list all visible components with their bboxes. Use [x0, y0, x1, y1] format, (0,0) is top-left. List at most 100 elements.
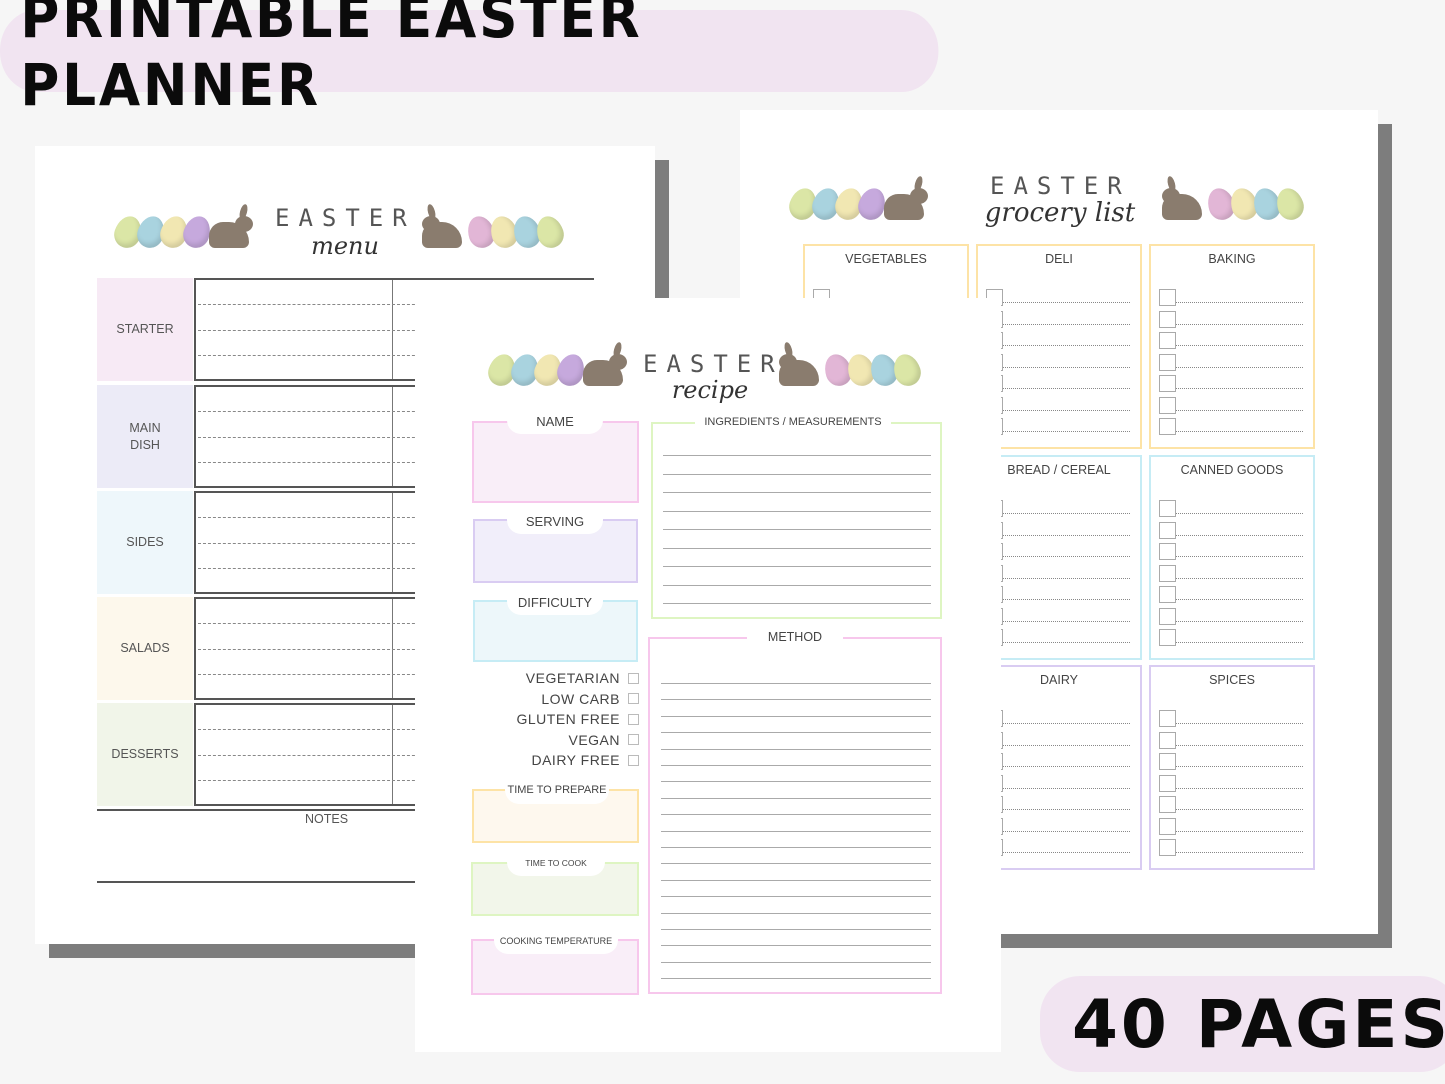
grocery-item-line[interactable] — [1159, 308, 1303, 328]
item-checkbox[interactable] — [1159, 839, 1176, 856]
recipe-page: EASTER recipe NAME SERVING DIFFICULTY VE… — [415, 298, 1001, 1052]
write-line — [1003, 830, 1130, 832]
item-checkbox[interactable] — [1159, 564, 1176, 582]
diet-option[interactable]: VEGAN — [568, 732, 639, 748]
item-checkbox[interactable] — [1159, 710, 1176, 727]
pages-count-text: 40 PAGES — [1072, 985, 1445, 1063]
item-checkbox[interactable] — [1159, 396, 1176, 414]
grocery-item-line[interactable] — [1159, 815, 1303, 835]
grocery-item-line[interactable] — [986, 626, 1130, 646]
write-line — [663, 529, 931, 530]
grocery-item-line[interactable] — [986, 562, 1130, 582]
item-checkbox[interactable] — [1159, 731, 1176, 749]
grocery-item-line[interactable] — [1159, 605, 1303, 625]
diet-checkbox[interactable] — [628, 734, 639, 745]
method-field[interactable] — [648, 637, 942, 994]
grocery-item-line[interactable] — [986, 750, 1130, 770]
eggs-right-decoration — [420, 203, 568, 252]
write-line — [661, 847, 931, 848]
grocery-item-line[interactable] — [986, 394, 1130, 414]
grocery-item-line[interactable] — [986, 605, 1130, 625]
grocery-item-line[interactable] — [1159, 793, 1303, 813]
diet-option[interactable]: VEGETARIAN — [526, 670, 639, 686]
grocery-item-line[interactable] — [986, 836, 1130, 856]
item-checkbox[interactable] — [1159, 586, 1176, 603]
item-checkbox[interactable] — [1159, 500, 1176, 517]
grocery-item-line[interactable] — [986, 815, 1130, 835]
item-checkbox[interactable] — [1159, 607, 1176, 625]
diet-option[interactable]: DAIRY FREE — [531, 752, 639, 768]
recipe-subtitle: recipe — [671, 376, 749, 404]
grocery-item-line[interactable] — [1159, 707, 1303, 727]
grocery-item-line[interactable] — [986, 351, 1130, 371]
write-line — [661, 683, 931, 684]
grocery-item-line[interactable] — [986, 286, 1130, 306]
grocery-item-line[interactable] — [986, 793, 1130, 813]
write-line — [1003, 431, 1130, 432]
grocery-item-line[interactable] — [986, 519, 1130, 539]
grocery-item-line[interactable] — [1159, 583, 1303, 603]
grocery-item-line[interactable] — [1159, 836, 1303, 856]
diet-checkbox[interactable] — [628, 672, 639, 684]
diet-option[interactable]: LOW CARB — [541, 691, 639, 707]
item-checkbox[interactable] — [1159, 521, 1176, 539]
item-checkbox[interactable] — [1159, 817, 1176, 835]
ingredients-field[interactable] — [651, 422, 942, 619]
grocery-item-line[interactable] — [986, 583, 1130, 603]
grocery-section-title: CANNED GOODS — [1180, 463, 1284, 477]
item-checkbox[interactable] — [1159, 289, 1176, 306]
grocery-item-line[interactable] — [986, 329, 1130, 349]
method-label: METHOD — [747, 626, 843, 650]
grocery-item-line[interactable] — [1159, 351, 1303, 371]
write-line — [661, 765, 931, 766]
grocery-item-line[interactable] — [1159, 626, 1303, 646]
grocery-item-line[interactable] — [986, 729, 1130, 749]
grocery-item-line[interactable] — [1159, 415, 1303, 435]
item-checkbox[interactable] — [1159, 310, 1176, 328]
grocery-title: EASTER — [990, 172, 1131, 200]
diet-checkbox[interactable] — [628, 713, 639, 725]
grocery-item-line[interactable] — [1159, 562, 1303, 582]
bunny-icon — [884, 175, 928, 220]
item-checkbox[interactable] — [1159, 332, 1176, 349]
item-checkbox[interactable] — [1159, 629, 1176, 646]
grocery-item-line[interactable] — [1159, 729, 1303, 749]
grocery-item-line[interactable] — [1159, 540, 1303, 560]
grocery-subtitle: grocery list — [984, 198, 1136, 228]
grocery-item-line[interactable] — [986, 497, 1130, 517]
grocery-item-line[interactable] — [1159, 519, 1303, 539]
grocery-item-line[interactable] — [1159, 372, 1303, 392]
grocery-item-line[interactable] — [986, 540, 1130, 560]
item-checkbox[interactable] — [1159, 353, 1176, 371]
diet-checkbox[interactable] — [628, 754, 639, 766]
grocery-item-line[interactable] — [986, 707, 1130, 727]
grocery-item-line[interactable] — [986, 372, 1130, 392]
grocery-item-line[interactable] — [1159, 750, 1303, 770]
grocery-section-title: BREAD / CEREAL — [1007, 463, 1111, 477]
grocery-item-line[interactable] — [986, 772, 1130, 792]
grocery-item-line[interactable] — [1159, 394, 1303, 414]
item-checkbox[interactable] — [1159, 796, 1176, 813]
menu-row-label: SIDES — [97, 491, 193, 594]
grocery-item-line[interactable] — [1159, 329, 1303, 349]
grocery-item-line[interactable] — [986, 308, 1130, 328]
grocery-item-line[interactable] — [1159, 772, 1303, 792]
diet-checkbox[interactable] — [628, 693, 639, 704]
diet-options: VEGETARIAN LOW CARB GLUTEN FREE VEGAN DAIRY … — [473, 670, 639, 774]
item-checkbox[interactable] — [1159, 543, 1176, 560]
grocery-item-line[interactable] — [986, 415, 1130, 435]
write-line — [1003, 345, 1130, 346]
write-line — [1176, 852, 1303, 853]
write-line — [1176, 642, 1303, 643]
item-checkbox[interactable] — [1159, 418, 1176, 435]
write-line — [1003, 766, 1130, 767]
item-checkbox[interactable] — [1159, 375, 1176, 392]
item-checkbox[interactable] — [1159, 753, 1176, 770]
write-line — [1176, 302, 1303, 303]
item-checkbox[interactable] — [1159, 774, 1176, 792]
grocery-item-line[interactable] — [1159, 497, 1303, 517]
write-line — [661, 699, 931, 701]
grocery-item-line[interactable] — [1159, 286, 1303, 306]
diet-option[interactable]: GLUTEN FREE — [516, 711, 639, 727]
time-to-cook-label: TIME TO COOK — [507, 852, 605, 876]
